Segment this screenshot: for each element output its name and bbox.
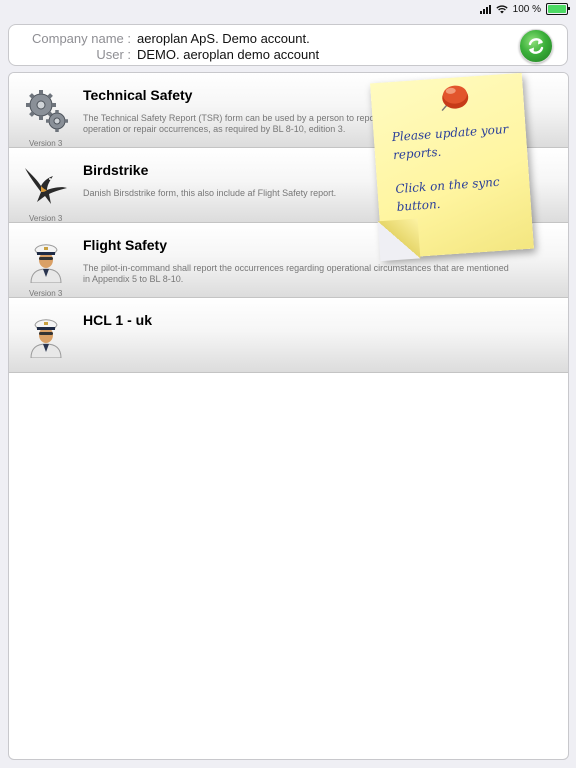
user-value: DEMO. aeroplan demo account <box>137 47 320 62</box>
wifi-icon <box>495 4 508 13</box>
user-label: User : <box>96 47 131 62</box>
gears-icon <box>26 90 68 132</box>
swallow-icon <box>25 168 67 204</box>
sticky-note-line2: Click on the sync button. <box>394 174 500 214</box>
report-version: Version 3 <box>29 289 63 298</box>
sticky-note: Please update your reports. Click on the… <box>370 72 534 262</box>
user-row: User : DEMO. aeroplan demo account <box>9 47 319 63</box>
report-title: Birdstrike <box>83 162 149 178</box>
report-row-hcl-1-uk[interactable]: HCL 1 - uk <box>9 298 568 373</box>
report-title: HCL 1 - uk <box>83 312 152 328</box>
report-title: Flight Safety <box>83 237 168 253</box>
pilot-icon <box>30 319 62 358</box>
pilot-icon <box>30 244 62 283</box>
page-curl <box>377 218 421 262</box>
push-pin-icon <box>441 85 469 112</box>
company-value: aeroplan ApS. Demo account. <box>137 31 310 46</box>
report-description: The pilot-in-command shall report the oc… <box>83 263 509 284</box>
battery-percent: 100 % <box>512 3 541 15</box>
report-version: Version 3 <box>29 139 63 148</box>
signal-icon <box>479 4 491 14</box>
status-bar: 100 % <box>0 0 576 18</box>
company-row: Company name : aeroplan ApS. Demo accoun… <box>9 31 310 47</box>
report-title: Technical Safety <box>83 87 193 103</box>
sync-button[interactable] <box>519 29 553 63</box>
sync-icon <box>528 38 544 54</box>
sticky-note-line1: Please update your reports. <box>391 122 509 163</box>
account-header: Company name : aeroplan ApS. Demo accoun… <box>8 24 568 66</box>
battery-icon <box>546 3 570 15</box>
company-label: Company name : <box>32 31 131 46</box>
sticky-note-text: Please update your reports. Click on the… <box>391 119 528 232</box>
report-version: Version 3 <box>29 214 63 223</box>
status-indicators: 100 % <box>479 2 570 16</box>
